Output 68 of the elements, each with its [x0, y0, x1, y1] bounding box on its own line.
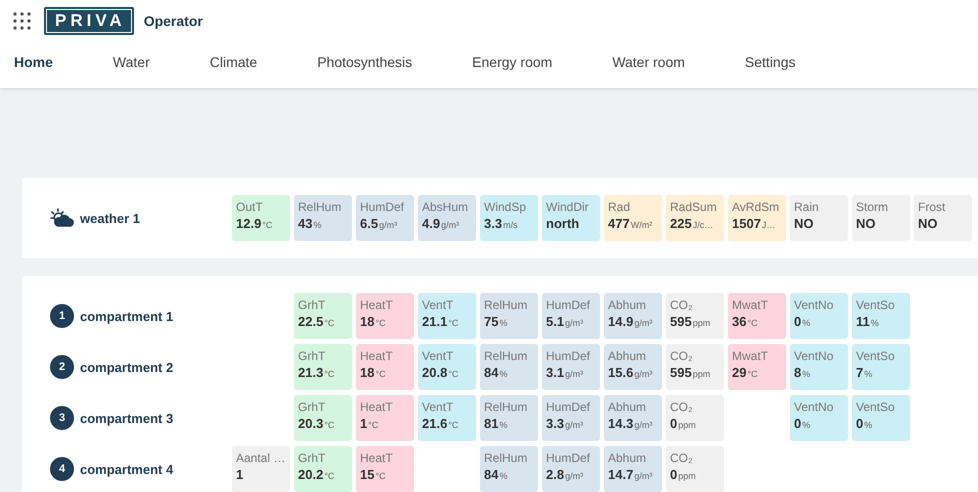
reading-tile: VentSo 7% — [852, 344, 910, 390]
compartment-number: 4 — [50, 457, 74, 481]
reading-tile: Rad 477W/m² — [604, 195, 662, 241]
app-name: Operator — [144, 13, 203, 29]
reading-tile: CO₂ 595ppm — [666, 344, 724, 390]
compartment-number: 3 — [50, 406, 74, 430]
reading-tile: VentT 21.1°C — [418, 293, 476, 339]
reading-tile: HumDef 5.1g/m³ — [542, 293, 600, 339]
reading-tile: VentSo 0% — [852, 395, 910, 441]
weather-icon — [50, 208, 74, 228]
reading-tile: GrhT 20.3°C — [294, 395, 352, 441]
reading-tile: AbsHum 4.9g/m³ — [418, 195, 476, 241]
reading-tile: HeatT 15°C — [356, 446, 414, 492]
reading-tile: GrhT 20.2°C — [294, 446, 352, 492]
reading-tile: WindSp 3.3m/s — [480, 195, 538, 241]
reading-tile: HeatT 18°C — [356, 344, 414, 390]
reading-tile: VentNo 0% — [790, 293, 848, 339]
nav-tab[interactable]: Photosynthesis — [317, 48, 412, 76]
reading-tile: HumDef 3.1g/m³ — [542, 344, 600, 390]
nav-tab[interactable]: Water room — [612, 48, 685, 76]
reading-tile: RelHum 43% — [294, 195, 352, 241]
app-grid-icon[interactable] — [12, 11, 32, 31]
reading-tile: VentT 20.8°C — [418, 344, 476, 390]
reading-tile: VentSo 11% — [852, 293, 910, 339]
reading-tile: CO₂ 0ppm — [666, 446, 724, 492]
reading-tile: RelHum 75% — [480, 293, 538, 339]
reading-tile: Aantal … 1 — [232, 446, 290, 492]
reading-tile: RadSum 225J/c… — [666, 195, 724, 241]
reading-tile: Frost NO — [914, 195, 972, 241]
reading-tile: Storm NO — [852, 195, 910, 241]
compartment-name[interactable]: compartment 3 — [80, 410, 174, 426]
reading-tile: HumDef 2.8g/m³ — [542, 446, 600, 492]
reading-tile: VentT 21.6°C — [418, 395, 476, 441]
reading-tile: RelHum 84% — [480, 344, 538, 390]
reading-tile: HumDef 6.5g/m³ — [356, 195, 414, 241]
reading-tile: VentNo 8% — [790, 344, 848, 390]
compartment-name[interactable]: compartment 4 — [80, 462, 174, 476]
reading-tile: Abhum 15.6g/m³ — [604, 344, 662, 390]
compartment-name[interactable]: compartment 1 — [80, 308, 174, 324]
reading-tile: HeatT 18°C — [356, 293, 414, 339]
reading-tile: Abhum 14.3g/m³ — [604, 395, 662, 441]
reading-tile: Rain NO — [790, 195, 848, 241]
reading-tile: HeatT 1°C — [356, 395, 414, 441]
weather-station-name[interactable]: weather 1 — [80, 210, 140, 226]
reading-tile: HumDef 3.3g/m³ — [542, 395, 600, 441]
nav-tab[interactable]: Settings — [744, 48, 796, 76]
reading-tile: RelHum 81% — [480, 395, 538, 441]
compartment-name[interactable]: compartment 2 — [80, 360, 174, 374]
compartment-number: 2 — [50, 355, 74, 379]
brand-logo: PRIVA — [44, 7, 134, 35]
reading-tile: AvRdSm 1507J… — [728, 195, 786, 241]
reading-tile: CO₂ 0ppm — [666, 395, 724, 441]
reading-tile: GrhT 21.3°C — [294, 344, 352, 390]
reading-tile: VentNo 0% — [790, 395, 848, 441]
reading-tile: RelHum 84% — [480, 446, 538, 492]
reading-tile: MwatT 29°C — [728, 344, 786, 390]
reading-tile: Abhum 14.9g/m³ — [604, 293, 662, 339]
reading-tile: WindDir north — [542, 195, 600, 241]
nav-tab[interactable]: Energy room — [472, 48, 552, 76]
reading-tile: OutT 12.9°C — [232, 195, 290, 241]
compartment-number: 1 — [50, 304, 74, 328]
reading-tile: CO₂ 595ppm — [666, 293, 724, 339]
nav-tab[interactable]: Climate — [210, 48, 258, 76]
nav-tab[interactable]: Water — [112, 48, 150, 76]
reading-tile: Abhum 14.7g/m³ — [604, 446, 662, 492]
reading-tile: MwatT 36°C — [728, 293, 786, 339]
reading-tile: GrhT 22.5°C — [294, 293, 352, 339]
nav-tab[interactable]: Home — [14, 48, 53, 76]
